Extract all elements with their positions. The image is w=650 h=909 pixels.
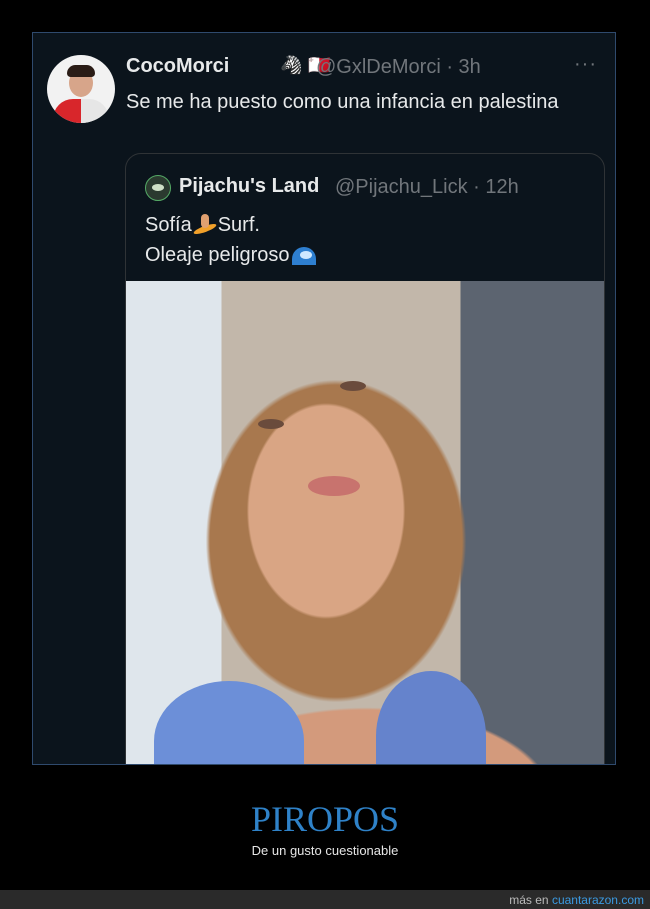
tweet-card: CocoMorci 🦓 🇲🇹 @GxlDeMorci · 3h ··· Se m… [32,32,616,765]
user-handle-time[interactable]: @GxlDeMorci · 3h [316,56,481,79]
quoted-text-line2: Oleaje peligroso [145,244,290,266]
wave-emoji-icon [290,243,320,265]
quoted-user-handle-time[interactable]: @Pijachu_Lick · 12h [335,176,519,199]
photo-detail [258,419,284,429]
footer-mas-en: más en [509,893,549,907]
zebra-emoji-icon: 🦓 [280,55,303,75]
quoted-tweet-text: Sofía Surf. Oleaje peligroso [145,210,320,270]
quoted-photo[interactable] [126,281,604,764]
photo-detail [308,476,360,496]
avatar-shirt [53,99,109,123]
site-link[interactable]: cuantarazon.com [552,893,644,907]
photo-detail [154,681,304,764]
user-avatar[interactable] [47,55,115,123]
surfer-emoji-icon [192,213,218,235]
photo-detail [376,671,486,764]
quoted-text-line1-a: Sofía [145,214,192,236]
tweet-text: Se me ha puesto como una infancia en pal… [126,91,559,113]
footer-credit: más en cuantarazon.com [509,893,644,907]
avatar-hair [67,65,95,77]
quoted-user-avatar[interactable] [145,175,171,201]
category-subtitle: De un gusto cuestionable [251,843,399,858]
quoted-text-line1-b: Surf. [217,214,260,236]
quoted-tweet[interactable]: Pijachu's Land @Pijachu_Lick · 12h Sofía… [125,153,605,764]
category-title[interactable]: PIROPOS [0,798,650,840]
user-name[interactable]: CocoMorci [126,55,229,78]
footer-bar: más en cuantarazon.com [0,890,650,909]
photo-detail [340,381,366,391]
quoted-user-name[interactable]: Pijachu's Land [179,175,319,198]
more-options-icon[interactable]: ··· [574,53,597,76]
